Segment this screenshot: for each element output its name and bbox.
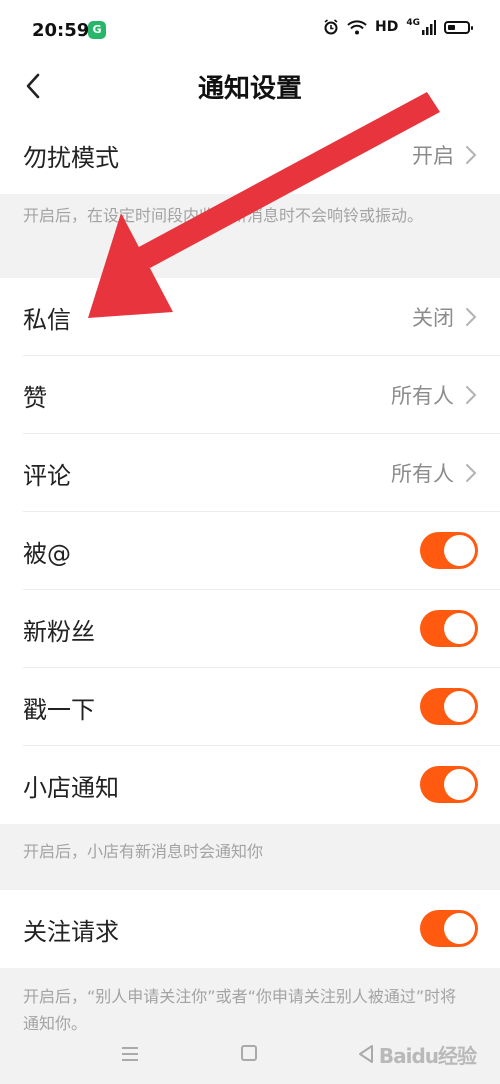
status-icons: HD 4G	[323, 18, 473, 35]
new-fans-row: 新粉丝	[0, 590, 500, 668]
follow-request-row: 关注请求	[0, 890, 500, 968]
toggle-knob	[444, 535, 475, 566]
status-time: 20:59	[32, 20, 90, 41]
chevron-right-icon	[466, 146, 477, 164]
poke-label: 戳一下	[23, 696, 95, 724]
follow-request-toggle[interactable]	[420, 910, 478, 947]
shop-toggle[interactable]	[420, 766, 478, 803]
comments-row[interactable]: 评论 所有人	[0, 434, 500, 512]
system-nav-bar: Baidu经验	[0, 1032, 500, 1084]
header: 通知设置	[0, 60, 500, 116]
comments-value: 所有人	[391, 462, 454, 486]
comments-label: 评论	[23, 462, 71, 490]
status-bar: 20:59 G HD 4G	[0, 0, 500, 60]
toggle-knob	[444, 769, 475, 800]
menu-icon[interactable]	[120, 1046, 140, 1062]
chevron-right-icon	[466, 386, 477, 404]
alarm-icon	[324, 19, 338, 35]
private-message-value: 关闭	[412, 306, 454, 330]
toggle-knob	[444, 613, 475, 644]
app-notification-icon: G	[88, 21, 106, 39]
private-message-row[interactable]: 私信 关闭	[0, 278, 500, 356]
back-triangle-icon[interactable]	[356, 1044, 376, 1064]
poke-row: 戳一下	[0, 668, 500, 746]
mentions-label: 被@	[23, 540, 71, 568]
dnd-label: 勿扰模式	[23, 144, 119, 172]
network-label: 4G	[406, 18, 420, 28]
likes-row[interactable]: 赞 所有人	[0, 356, 500, 434]
wifi-icon	[347, 19, 367, 34]
shop-row: 小店通知	[0, 746, 500, 824]
private-message-label: 私信	[23, 306, 71, 334]
follow-request-label: 关注请求	[23, 918, 119, 946]
mentions-toggle[interactable]	[420, 532, 478, 569]
follow-request-note: 开启后，“别人申请关注你”或者“你申请关注别人被通过”时将通知你。	[23, 987, 457, 1033]
poke-toggle[interactable]	[420, 688, 478, 725]
toggle-knob	[444, 691, 475, 722]
likes-value: 所有人	[391, 384, 454, 408]
dnd-row[interactable]: 勿扰模式 开启	[0, 116, 500, 194]
mentions-row: 被@	[0, 512, 500, 590]
battery-icon	[444, 20, 473, 34]
signal-icon	[422, 19, 436, 35]
shop-label: 小店通知	[23, 774, 119, 802]
likes-label: 赞	[23, 384, 47, 412]
new-fans-label: 新粉丝	[23, 618, 95, 646]
watermark: Baidu经验	[378, 1044, 477, 1068]
page-title: 通知设置	[197, 74, 302, 104]
home-icon[interactable]	[241, 1045, 257, 1061]
toggle-knob	[444, 913, 475, 944]
dnd-value: 开启	[412, 144, 454, 168]
chevron-right-icon	[466, 308, 477, 326]
dnd-note: 开启后，在设定时间段内收到新消息时不会响铃或振动。	[23, 206, 424, 225]
new-fans-toggle[interactable]	[420, 610, 478, 647]
chevron-right-icon	[466, 464, 477, 482]
shop-note: 开启后，小店有新消息时会通知你	[23, 842, 264, 861]
hd-label: HD	[375, 19, 399, 35]
